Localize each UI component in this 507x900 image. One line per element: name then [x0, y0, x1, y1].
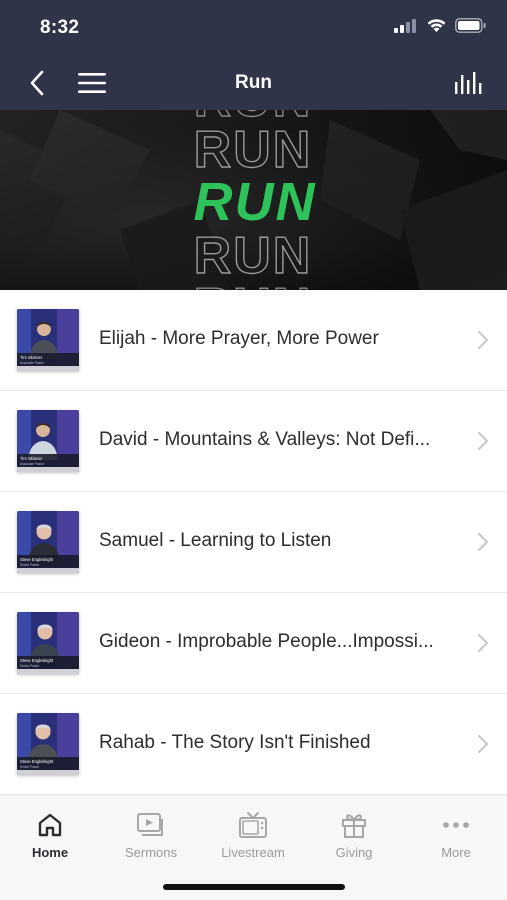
sermon-title: Elijah - More Prayer, More Power — [99, 328, 379, 349]
thumbnail-caption-name: Steve Englebright — [20, 557, 54, 562]
thumbnail-caption-name: Steve Englebright — [20, 759, 54, 764]
status-bar: 8:32 — [0, 0, 507, 54]
thumbnail-caption-name: Steve Englebright — [20, 658, 54, 663]
sermon-thumbnail: Tim Skinner Associate Pastor — [17, 309, 79, 371]
tab-giving[interactable]: Giving — [304, 809, 404, 860]
sermon-thumbnail: Tim Skinner Associate Pastor — [17, 410, 79, 472]
audio-levels-button[interactable] — [452, 66, 486, 100]
tab-label: Sermons — [124, 845, 178, 860]
thumbnail-caption-role: Senior Pastor — [20, 563, 40, 567]
home-icon — [38, 813, 62, 837]
series-artwork: RUN RUN RUN RUN RUN — [0, 110, 507, 290]
tab-home[interactable]: Home — [0, 809, 100, 860]
cellular-signal-icon — [394, 18, 416, 33]
audio-bars-icon — [455, 72, 482, 94]
sermon-list: Tim Skinner Associate Pastor Elijah - Mo… — [0, 290, 507, 795]
tab-label: Giving — [335, 845, 373, 860]
sermon-row[interactable]: Steve Englebright Senior Pastor Gideon -… — [0, 593, 507, 694]
wifi-icon — [427, 19, 446, 32]
play-video-icon — [137, 813, 163, 836]
banner-outline-word-3: RUN — [194, 227, 313, 285]
tab-label: Home — [31, 845, 69, 860]
tab-sermons[interactable]: Sermons — [101, 809, 201, 860]
sermon-title: Gideon - Improbable People...Impossi... — [99, 631, 434, 652]
chevron-right-icon — [478, 735, 488, 753]
chevron-right-icon — [478, 331, 488, 349]
banner-outline-word-2: RUN — [194, 121, 313, 179]
page-title: Run — [235, 72, 272, 93]
tab-more[interactable]: More — [406, 809, 506, 860]
thumbnail-caption-role: Associate Pastor — [20, 462, 45, 466]
app-header: 8:32 Run — [0, 0, 507, 110]
sermon-title: Rahab - The Story Isn't Finished — [99, 732, 371, 753]
sermon-title: David - Mountains & Valleys: Not Defi... — [99, 429, 431, 450]
tab-label: More — [441, 845, 471, 860]
chevron-right-icon — [478, 533, 488, 551]
sermon-title: Samuel - Learning to Listen — [99, 530, 332, 551]
sermon-row[interactable]: Tim Skinner Associate Pastor David - Mou… — [0, 391, 507, 492]
sermon-thumbnail: Steve Englebright Senior Pastor — [17, 713, 79, 775]
status-time: 8:32 — [40, 17, 80, 38]
chevron-right-icon — [478, 432, 488, 450]
home-indicator[interactable] — [163, 884, 345, 890]
thumbnail-caption-role: Senior Pastor — [20, 664, 40, 668]
series-banner: RUN RUN RUN RUN RUN — [0, 110, 507, 290]
sermon-thumbnail: Steve Englebright Senior Pastor — [17, 612, 79, 674]
navigation-bar: Run — [0, 56, 507, 110]
sermon-row[interactable]: Steve Englebright Senior Pastor Rahab - … — [0, 694, 507, 795]
more-dots-icon — [443, 822, 469, 828]
chevron-right-icon — [478, 634, 488, 652]
sermon-thumbnail: Steve Englebright Senior Pastor — [17, 511, 79, 573]
tv-icon — [239, 812, 267, 838]
status-icons — [394, 18, 487, 33]
tab-livestream[interactable]: Livestream — [203, 809, 303, 860]
battery-icon — [455, 18, 486, 33]
banner-outline-word-4: RUN — [194, 278, 313, 290]
thumbnail-caption-role: Senior Pastor — [20, 765, 40, 769]
thumbnail-caption-name: Tim Skinner — [20, 456, 43, 461]
sermon-row[interactable]: Tim Skinner Associate Pastor Elijah - Mo… — [0, 290, 507, 391]
thumbnail-caption-role: Associate Pastor — [20, 361, 45, 365]
sermon-row[interactable]: Steve Englebright Senior Pastor Samuel -… — [0, 492, 507, 593]
tab-label: Livestream — [221, 845, 285, 860]
gift-icon — [342, 814, 366, 838]
thumbnail-caption-name: Tim Skinner — [20, 355, 43, 360]
banner-highlight-word: RUN — [194, 172, 317, 232]
